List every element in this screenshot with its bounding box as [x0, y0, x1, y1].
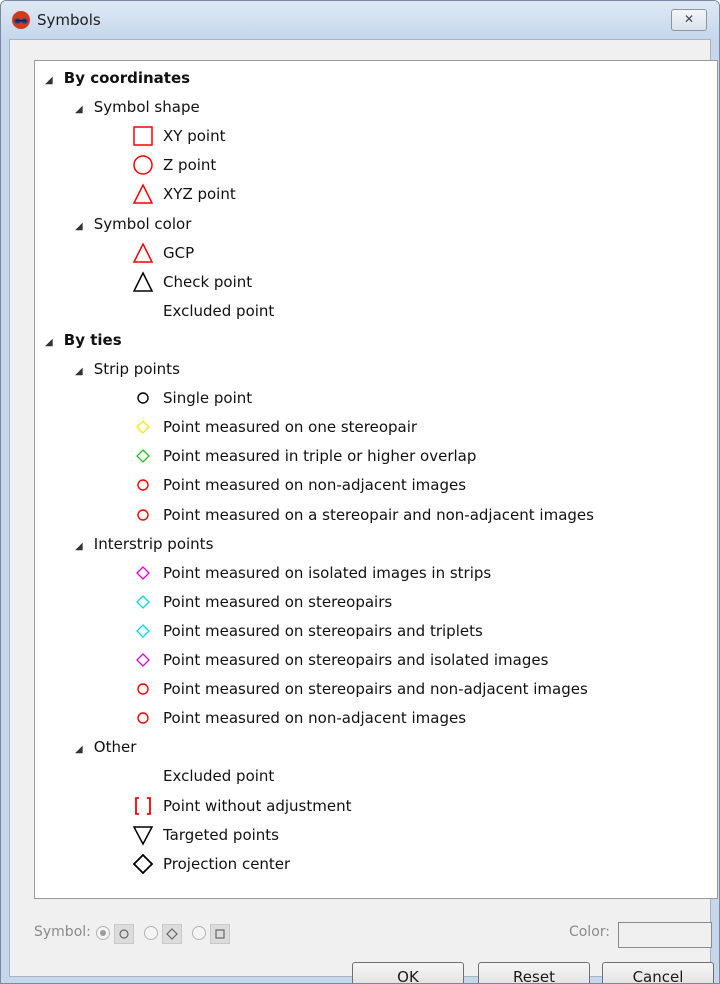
- symbol-radio-diamond[interactable]: [144, 926, 158, 940]
- down-triangle-symbol-icon: [131, 823, 155, 851]
- tree-node-label: Interstrip points: [93, 534, 214, 553]
- tree-item-label[interactable]: Point measured on non-adjacent images: [163, 706, 466, 730]
- symbol-bar: Symbol: Color:: [34, 922, 718, 950]
- expand-arrow-icon[interactable]: ◢: [45, 69, 59, 93]
- tree-item-label[interactable]: Point without adjustment: [163, 794, 351, 818]
- triangle-symbol-icon: [131, 182, 155, 210]
- tree-item-label[interactable]: Point measured on isolated images in str…: [163, 561, 491, 585]
- tree-subgroup[interactable]: ◢ Symbol shape: [75, 95, 200, 119]
- cancel-button[interactable]: Cancel: [602, 962, 714, 983]
- tree-item-label[interactable]: Projection center: [163, 852, 290, 876]
- circle-icon: [114, 924, 134, 944]
- tree-node-label: Symbol color: [93, 214, 192, 233]
- dialog-body: ◢ By coordinates ◢ Symbol shape XY point Z …: [9, 39, 718, 983]
- tree-item-label[interactable]: Point measured on stereopairs and triple…: [163, 619, 483, 643]
- tree-item-label[interactable]: Point measured in triple or higher overl…: [163, 444, 476, 468]
- tree-item-label[interactable]: Single point: [163, 386, 252, 410]
- circle-symbol-icon: [131, 153, 155, 181]
- small-circle-symbol-icon: [131, 677, 155, 705]
- square-symbol-icon: [131, 124, 155, 152]
- small-circle-symbol-icon: [131, 503, 155, 531]
- tree-item-label[interactable]: Point measured on non-adjacent images: [163, 473, 466, 497]
- diamond-icon: [162, 924, 182, 944]
- window-title: Symbols: [37, 11, 101, 29]
- close-icon: ✕: [683, 12, 695, 26]
- expand-arrow-icon[interactable]: ◢: [75, 535, 89, 559]
- tree-item-label[interactable]: Excluded point: [163, 764, 274, 788]
- diamond-symbol-icon: [131, 852, 155, 880]
- ok-button[interactable]: OK: [352, 962, 464, 983]
- color-picker[interactable]: [618, 922, 712, 948]
- expand-arrow-icon[interactable]: ◢: [45, 331, 59, 355]
- tree-subgroup[interactable]: ◢ Strip points: [75, 357, 180, 381]
- symbol-label: Symbol:: [34, 924, 91, 940]
- tree-node-label: Other: [93, 738, 137, 757]
- symbol-radio-circle[interactable]: [96, 926, 110, 940]
- expand-arrow-icon[interactable]: ◢: [75, 215, 89, 239]
- small-diamond-symbol-icon: [131, 648, 155, 676]
- symbols-dialog: Symbols ✕ ◢ By coordinates ◢ Symbol shape…: [0, 0, 720, 984]
- tree-item-label[interactable]: Point measured on stereopairs and isolat…: [163, 648, 548, 672]
- small-circle-symbol-icon: [131, 386, 155, 414]
- tree-item-label[interactable]: Excluded point: [163, 299, 274, 323]
- tree-item-label[interactable]: Check point: [163, 270, 252, 294]
- small-diamond-symbol-icon: [131, 415, 155, 443]
- tree-item-label[interactable]: Point measured on stereopairs and non-ad…: [163, 677, 588, 701]
- tree-node-label: By coordinates: [63, 69, 191, 87]
- tree-item-label[interactable]: XYZ point: [163, 182, 236, 206]
- app-logo-icon: [12, 11, 30, 29]
- square-icon: [210, 924, 230, 944]
- symbols-tree[interactable]: ◢ By coordinates ◢ Symbol shape XY point Z …: [34, 60, 718, 899]
- tree-item-label[interactable]: Point measured on one stereopair: [163, 415, 417, 439]
- tree-item-label[interactable]: Point measured on stereopairs: [163, 590, 392, 614]
- tree-group[interactable]: ◢ By coordinates: [45, 66, 190, 90]
- small-diamond-symbol-icon: [131, 619, 155, 647]
- tree-item-label[interactable]: Point measured on a stereopair and non-a…: [163, 503, 594, 527]
- tree-node-label: Strip points: [93, 360, 180, 378]
- tree-node-label: By ties: [63, 330, 122, 349]
- small-circle-symbol-icon: [131, 473, 155, 501]
- small-diamond-symbol-icon: [131, 590, 155, 618]
- symbol-radio-square[interactable]: [192, 926, 206, 940]
- tree-subgroup[interactable]: ◢ Other: [75, 735, 136, 759]
- small-circle-symbol-icon: [131, 706, 155, 734]
- expand-arrow-icon[interactable]: ◢: [75, 360, 89, 384]
- tree-node-label: Symbol shape: [93, 98, 200, 117]
- tree-subgroup[interactable]: ◢ Interstrip points: [75, 532, 213, 556]
- tree-group[interactable]: ◢ By ties: [45, 328, 122, 352]
- tree-subgroup[interactable]: ◢ Symbol color: [75, 212, 191, 236]
- close-button[interactable]: ✕: [671, 9, 707, 31]
- expand-arrow-icon[interactable]: ◢: [75, 738, 89, 762]
- brackets-symbol-icon: [131, 794, 155, 822]
- reset-button[interactable]: Reset: [478, 962, 590, 983]
- tree-item-label[interactable]: Z point: [163, 153, 216, 177]
- tree-item-label[interactable]: Targeted points: [163, 823, 279, 847]
- triangle-symbol-icon: [131, 241, 155, 269]
- small-diamond-symbol-icon: [131, 561, 155, 589]
- tree-item-label[interactable]: GCP: [163, 241, 194, 265]
- small-diamond-symbol-icon: [131, 444, 155, 472]
- expand-arrow-icon[interactable]: ◢: [75, 98, 89, 122]
- title-bar: Symbols ✕: [1, 1, 719, 39]
- color-label: Color:: [568, 924, 610, 940]
- tree-item-label[interactable]: XY point: [163, 124, 225, 148]
- triangle-symbol-icon: [131, 270, 155, 298]
